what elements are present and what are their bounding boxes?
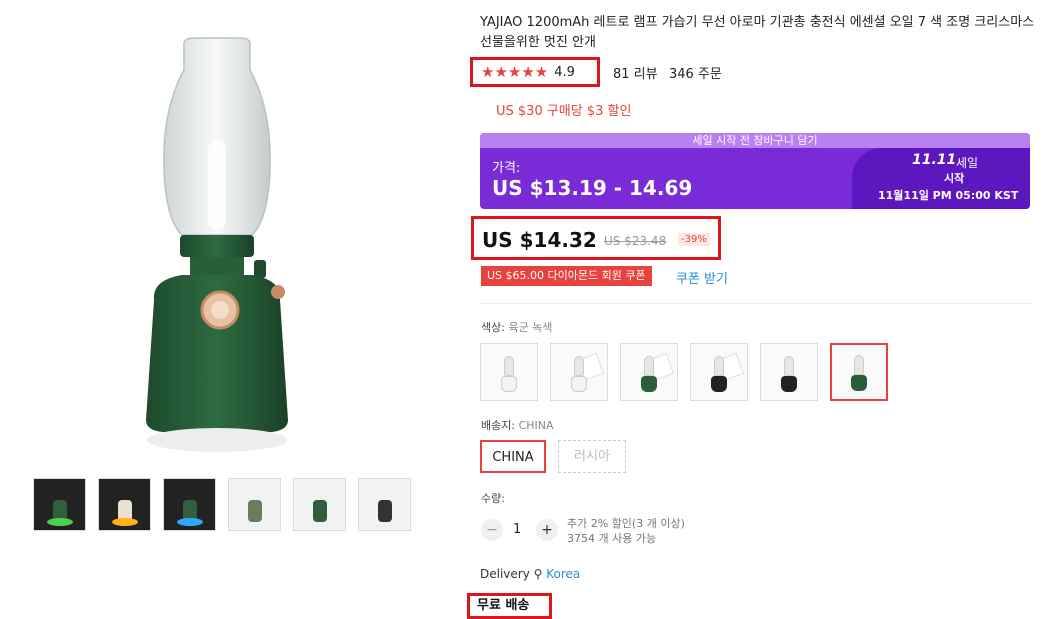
color-swatch-white[interactable] [480, 343, 538, 401]
bulk-discount-note: 추가 2% 할인(3 개 이상) [567, 517, 685, 530]
orders-count: 346 주문 [669, 67, 722, 82]
sale-price-label: 가격: [492, 161, 521, 176]
reviews-link[interactable]: 81 리뷰 [613, 63, 658, 82]
quantity-minus-button[interactable]: − [481, 519, 503, 541]
thumbnail[interactable] [228, 478, 281, 531]
ship-from-label: 배송지: CHINA [481, 417, 554, 433]
quantity-label: 수량: [481, 492, 505, 505]
color-swatch-black-set[interactable] [690, 343, 748, 401]
thumbnail[interactable] [358, 478, 411, 531]
main-product-image [122, 30, 312, 460]
original-price: US $23.48 [604, 234, 667, 248]
sale-event-tag: 11.11 [912, 152, 957, 168]
color-value: 육군 녹색 [508, 321, 553, 334]
product-title: YAJIAO 1200mAh 레트로 램프 가습기 무선 아로마 기관총 충전식… [480, 15, 1035, 50]
current-price: US $14.32 [482, 228, 597, 252]
delivery-row: Delivery ⚲ Korea [480, 567, 580, 581]
divider [480, 303, 1032, 304]
star-rating-icon: ★★★★★ [481, 63, 549, 81]
delivery-location-link[interactable]: Korea [546, 567, 580, 581]
discount-badge: -39% [678, 233, 710, 246]
ship-value: CHINA [518, 419, 554, 432]
get-coupon-link[interactable]: 쿠폰 받기 [676, 268, 728, 287]
sale-banner-top: 세일 시작 전 장바구니 담기 [480, 133, 1030, 148]
free-shipping-label: 무료 배송 [467, 593, 552, 619]
sale-event-start: 시작 [944, 172, 965, 185]
stock-available: 3754 개 사용 가능 [567, 532, 657, 545]
thumbnail[interactable] [293, 478, 346, 531]
location-pin-icon: ⚲ [533, 567, 543, 581]
ship-option-china[interactable]: CHINA [480, 440, 546, 473]
color-swatches [480, 343, 888, 401]
sale-banner: 세일 시작 전 장바구니 담기 가격: US $13.19 - 14.69 11… [480, 133, 1030, 209]
price-box: US $14.32 US $23.48 -39% [471, 216, 721, 260]
sale-price-range: US $13.19 - 14.69 [492, 176, 693, 200]
color-label: 색상: 육군 녹색 [481, 319, 552, 335]
color-swatch-green-set[interactable] [620, 343, 678, 401]
quantity-value[interactable]: 1 [513, 522, 521, 537]
color-swatch-black[interactable] [760, 343, 818, 401]
ship-label-text: 배송지: [481, 419, 516, 432]
rating-box[interactable]: ★★★★★ 4.9 [470, 57, 600, 87]
color-swatch-white-set[interactable] [550, 343, 608, 401]
promo-text: US $30 구매당 $3 할인 [496, 104, 632, 119]
ship-option-russia[interactable]: 러시아 [558, 440, 626, 473]
color-swatch-army-green[interactable] [830, 343, 888, 401]
thumbnail[interactable] [98, 478, 151, 531]
thumbnail[interactable] [163, 478, 216, 531]
color-label-text: 색상: [481, 321, 505, 334]
coupon-tag: US $65.00 다이아몬드 회원 쿠폰 [481, 266, 652, 286]
rating-value: 4.9 [554, 64, 575, 80]
thumbnail-strip [33, 478, 411, 531]
sale-event-date: 11월11일 PM 05:00 KST [878, 189, 1019, 202]
sale-event-label: 세일 [956, 156, 979, 170]
thumbnail[interactable] [33, 478, 86, 531]
quantity-plus-button[interactable]: + [536, 519, 558, 541]
delivery-label: Delivery [480, 567, 530, 581]
